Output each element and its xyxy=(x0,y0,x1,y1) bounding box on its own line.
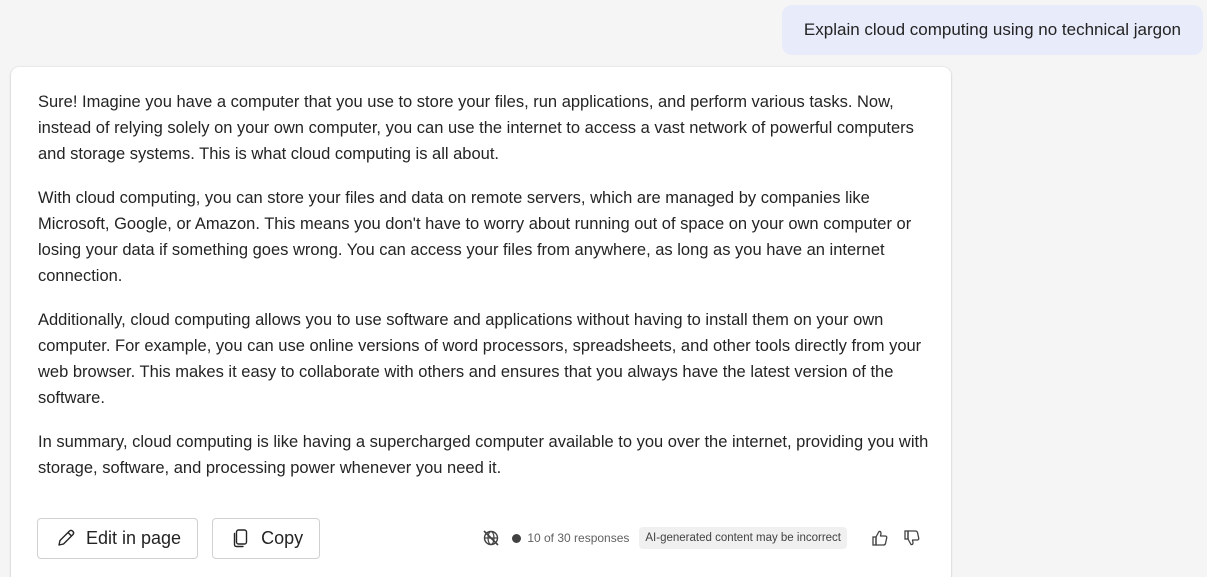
copy-button[interactable]: Copy xyxy=(212,517,321,559)
response-paragraph-3: Additionally, cloud computing allows you… xyxy=(38,311,922,407)
response-paragraph-4: In summary, cloud computing is like havi… xyxy=(38,433,929,477)
ai-disclaimer-badge: AI-generated content may be incorrect xyxy=(639,527,847,549)
response-meta: 10 of 30 responses AI-generated content … xyxy=(480,525,925,551)
response-count: 10 of 30 responses xyxy=(527,531,630,545)
copy-label: Copy xyxy=(261,527,304,548)
edit-in-page-button[interactable]: Edit in page xyxy=(37,517,199,559)
edit-in-page-label: Edit in page xyxy=(86,527,182,548)
chat-page: Explain cloud computing using no technic… xyxy=(0,0,1207,577)
pencil-icon xyxy=(54,526,78,550)
response-paragraph-2: With cloud computing, you can store your… xyxy=(38,189,912,285)
no-web-search-icon[interactable] xyxy=(480,527,502,549)
thumbs-down-icon[interactable] xyxy=(899,525,925,551)
response-text: Sure! Imagine you have a computer that y… xyxy=(38,89,933,499)
response-paragraph-1: Sure! Imagine you have a computer that y… xyxy=(38,93,914,163)
copy-icon xyxy=(229,526,253,550)
thumbs-up-icon[interactable] xyxy=(867,525,893,551)
user-message-bubble: Explain cloud computing using no technic… xyxy=(781,5,1203,55)
response-action-bar: Edit in page Copy 10 of 30 responses AI-… xyxy=(37,517,925,559)
response-card: Sure! Imagine you have a computer that y… xyxy=(11,67,951,577)
user-message-text: Explain cloud computing using no technic… xyxy=(803,20,1181,39)
response-count-dot-icon xyxy=(512,533,522,543)
